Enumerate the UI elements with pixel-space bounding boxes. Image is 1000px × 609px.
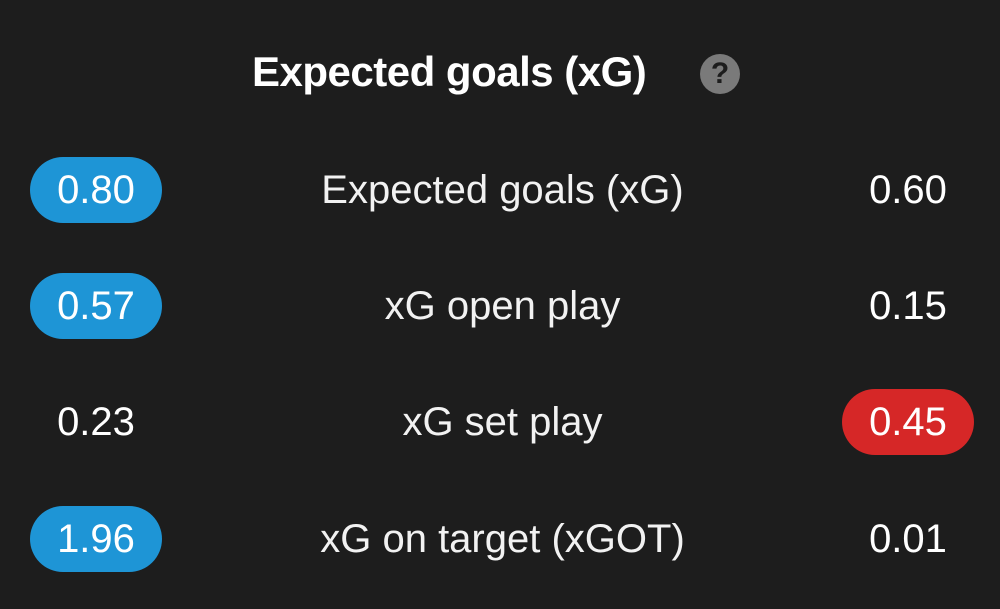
away-value: 0.15 bbox=[869, 284, 947, 328]
home-value: 0.57 bbox=[30, 273, 162, 339]
section-title: Expected goals (xG) bbox=[252, 48, 647, 95]
stat-label: xG open play bbox=[384, 284, 621, 328]
home-value: 1.96 bbox=[30, 506, 162, 572]
home-value: 0.80 bbox=[30, 157, 162, 223]
question-circle-icon[interactable]: ? bbox=[700, 54, 740, 94]
section-header: Expected goals (xG) ? bbox=[0, 40, 1000, 106]
away-value: 0.45 bbox=[842, 389, 974, 455]
stat-row-xg-open-play: 0.57 xG open play 0.15 bbox=[0, 273, 1000, 343]
home-value: 0.23 bbox=[57, 400, 135, 444]
stat-row-xg-set-play: 0.23 xG set play 0.45 bbox=[0, 389, 1000, 459]
away-value: 0.60 bbox=[869, 168, 947, 212]
stat-label: xG set play bbox=[402, 400, 603, 444]
away-value: 0.01 bbox=[869, 517, 947, 561]
stat-label: Expected goals (xG) bbox=[321, 168, 684, 212]
stat-row-xg: 0.80 Expected goals (xG) 0.60 bbox=[0, 157, 1000, 227]
stat-row-xgot: 1.96 xG on target (xGOT) 0.01 bbox=[0, 506, 1000, 576]
stat-label: xG on target (xGOT) bbox=[320, 517, 685, 561]
